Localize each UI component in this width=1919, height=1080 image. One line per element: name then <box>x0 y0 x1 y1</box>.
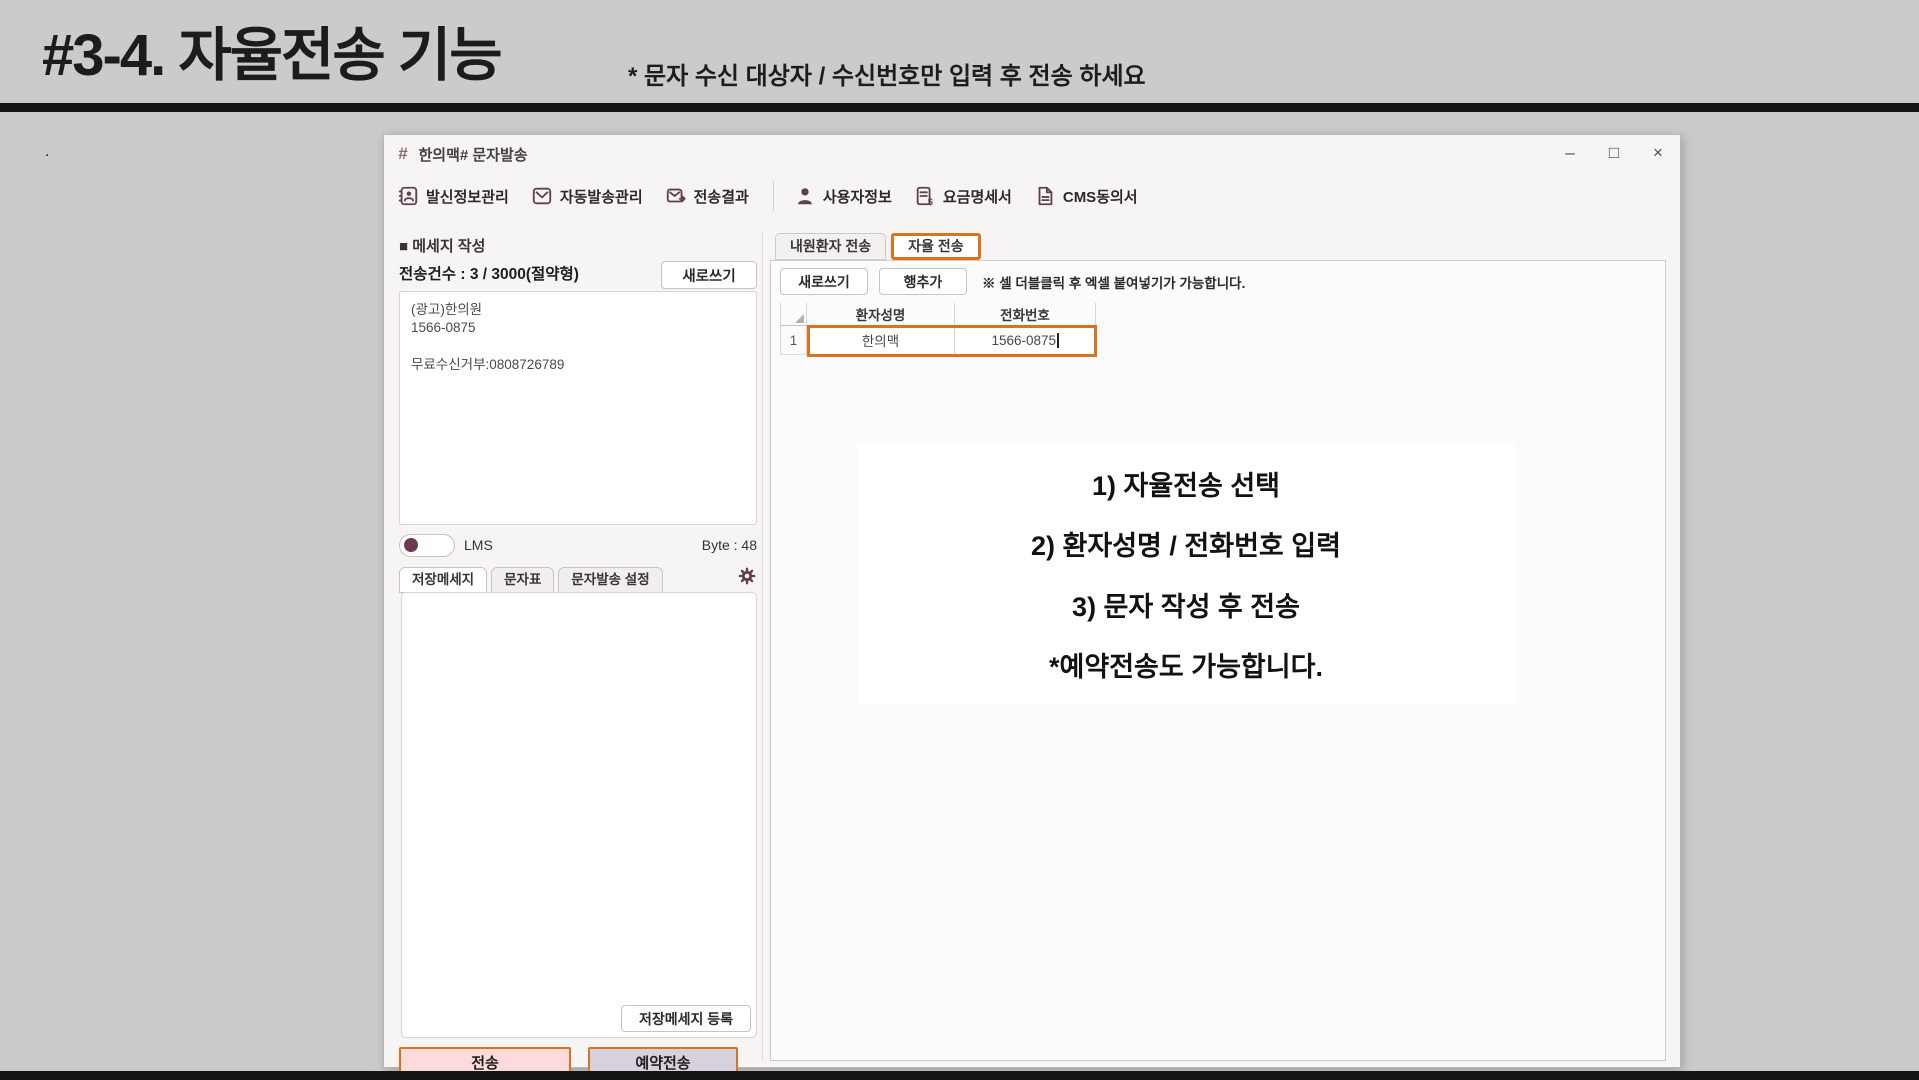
toolbar-label: 발신정보관리 <box>426 188 509 206</box>
lms-row: LMS Byte : 48 <box>399 533 757 557</box>
instruction-line: 1) 자율전송 선택 <box>1091 471 1281 502</box>
instruction-line: 2) 환자성명 / 전화번호 입력 <box>1031 531 1341 562</box>
lms-toggle-dot <box>404 538 418 552</box>
panel-divider <box>762 231 763 1061</box>
table-header-row: 환자성명 전화번호 <box>780 303 1096 326</box>
compose-tabs: 저장메세지 문자표 문자발송 설정 <box>399 565 757 593</box>
page-title: #3-4. 자율전송 기능 <box>42 23 503 88</box>
bottom-divider-bar <box>0 1071 1919 1080</box>
send-result-icon <box>665 185 687 207</box>
send-result-button[interactable]: 전송결과 <box>665 185 749 207</box>
tab-send-settings[interactable]: 문자발송 설정 <box>558 567 663 593</box>
toolbar-label: 요금명세서 <box>942 188 1012 206</box>
table-corner-cell <box>780 303 807 326</box>
compose-rewrite-button[interactable]: 새로쓰기 <box>661 261 757 289</box>
toolbar-label: 전송결과 <box>693 188 749 206</box>
table-row: 1 한의맥 1566-0875 <box>780 326 1096 355</box>
phone-number-value: 1566-0875 <box>991 332 1057 348</box>
user-info-button[interactable]: 사용자정보 <box>794 185 892 207</box>
tab-visiting-patients[interactable]: 내원환자 전송 <box>775 233 887 260</box>
window-title: 한의맥# 문자발송 <box>418 146 528 164</box>
send-count-row: 전송건수 : 3 / 3000(절약형) 새로쓰기 <box>399 261 761 289</box>
lms-toggle[interactable] <box>399 533 455 557</box>
recipients-panel: 내원환자 전송 자율 전송 새로쓰기 행추가 ※ 셀 더블클릭 후 엑셀 붙여넣… <box>770 231 1666 1061</box>
compose-panel: ■ 메세지 작성 전송건수 : 3 / 3000(절약형) 새로쓰기 (광고)한… <box>399 235 761 1077</box>
billing-button[interactable]: $ 요금명세서 <box>914 185 1012 207</box>
page-subtitle: * 문자 수신 대상자 / 수신번호만 입력 후 전송 하세요 <box>628 63 1146 90</box>
toolbar-divider <box>772 181 774 211</box>
add-row-button[interactable]: 행추가 <box>879 268 967 295</box>
register-saved-message-button[interactable]: 저장메세지 등록 <box>621 1005 751 1032</box>
auto-send-button[interactable]: 자동발송관리 <box>531 185 643 207</box>
settings-gear-icon[interactable] <box>737 566 757 591</box>
auto-send-icon <box>531 185 553 207</box>
billing-icon: $ <box>914 185 936 207</box>
corner-triangle-icon <box>795 314 804 323</box>
excel-paste-hint: ※ 셀 더블클릭 후 엑셀 붙여넣기가 가능합니다. <box>982 275 1246 291</box>
minimize-button[interactable]: – <box>1548 135 1592 173</box>
cms-doc-button[interactable]: CMS동의서 <box>1034 185 1138 207</box>
toolbar-label: CMS동의서 <box>1062 188 1138 206</box>
recipients-button-row: 새로쓰기 행추가 ※ 셀 더블클릭 후 엑셀 붙여넣기가 가능합니다. <box>780 268 1245 295</box>
recipients-table: 환자성명 전화번호 1 한의맥 1566-0875 <box>780 303 1097 357</box>
app-logo-icon: # <box>398 144 408 163</box>
svg-text:$: $ <box>928 197 933 207</box>
compose-section-title: ■ 메세지 작성 <box>399 238 486 255</box>
column-header-name: 환자성명 <box>807 303 955 326</box>
instruction-line: *예약전송도 가능합니다. <box>1049 651 1323 682</box>
window-titlebar: # 한의맥# 문자발송 – □ × <box>384 135 1680 173</box>
instruction-line: 3) 문자 작성 후 전송 <box>1072 591 1300 622</box>
tab-free-send[interactable]: 자율 전송 <box>891 233 981 260</box>
column-header-phone: 전화번호 <box>955 303 1096 326</box>
row-number-cell: 1 <box>780 326 807 355</box>
maximize-button[interactable]: □ <box>1592 135 1636 173</box>
instruction-box: 1) 자율전송 선택 2) 환자성명 / 전화번호 입력 3) 문자 작성 후 … <box>857 443 1515 705</box>
user-info-icon <box>794 185 816 207</box>
lms-label: LMS <box>464 537 493 553</box>
recipients-content: 새로쓰기 행추가 ※ 셀 더블클릭 후 엑셀 붙여넣기가 가능합니다. 환자성명… <box>770 260 1666 1061</box>
cms-doc-icon <box>1034 185 1056 207</box>
close-button[interactable]: × <box>1636 135 1680 173</box>
sender-info-icon <box>397 185 419 207</box>
tab-symbol-table[interactable]: 문자표 <box>491 567 555 593</box>
saved-messages-list[interactable]: 저장메세지 등록 <box>401 592 757 1038</box>
toolbar-label: 자동발송관리 <box>559 188 643 206</box>
toolbar-label: 사용자정보 <box>822 188 892 206</box>
stray-dot: . <box>45 143 50 160</box>
phone-number-cell[interactable]: 1566-0875 <box>955 326 1096 355</box>
top-divider-bar <box>0 103 1919 112</box>
recipient-tabs: 내원환자 전송 자율 전송 <box>775 231 986 260</box>
sender-info-button[interactable]: 발신정보관리 <box>397 185 509 207</box>
tab-saved-messages[interactable]: 저장메세지 <box>399 567 488 593</box>
toolbar: 발신정보관리 자동발송관리 전송결과 사용자정보 $ 요금명세서 CMS동의서 <box>384 173 1680 219</box>
byte-count-label: Byte : 48 <box>701 537 757 553</box>
app-window: # 한의맥# 문자발송 – □ × 발신정보관리 자동발송관리 전송결과 사용자… <box>383 134 1681 1077</box>
text-cursor <box>1057 332 1059 348</box>
message-textarea[interactable]: (광고)한의원 1566-0875 무료수신거부:0808726789 <box>399 291 757 525</box>
patient-name-cell[interactable]: 한의맥 <box>807 326 955 355</box>
recipients-rewrite-button[interactable]: 새로쓰기 <box>780 268 868 295</box>
send-count-label: 전송건수 : 3 / 3000(절약형) <box>399 266 579 283</box>
window-controls: – □ × <box>1548 135 1680 173</box>
